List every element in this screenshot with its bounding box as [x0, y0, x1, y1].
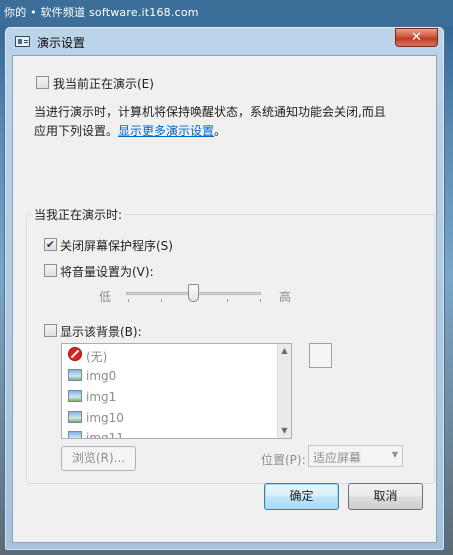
- slider-tick: [161, 299, 162, 302]
- background-listbox[interactable]: (无) img0 img1 img10 img11 ▲ ▼: [61, 343, 292, 439]
- presenting-label[interactable]: 我当前正在演示(E): [53, 75, 154, 92]
- screensaver-label[interactable]: 关闭屏幕保护程序(S): [60, 237, 173, 254]
- list-item[interactable]: img10: [68, 408, 268, 428]
- no-image-icon: [68, 347, 82, 361]
- slider-tick: [227, 299, 228, 302]
- dialog-client-area: 我当前正在演示(E) 当进行演示时，计算机将保持唤醒状态，系统通知功能会关闭,而…: [12, 55, 437, 543]
- browse-button[interactable]: 浏览(R)...: [61, 446, 136, 471]
- window-title: 演示设置: [37, 36, 86, 50]
- volume-label[interactable]: 将音量设置为(V):: [60, 263, 154, 280]
- list-item[interactable]: img0: [68, 366, 268, 386]
- list-item-label: img0: [86, 369, 117, 383]
- screensaver-checkbox[interactable]: ✔: [44, 238, 57, 251]
- image-icon: [68, 369, 82, 381]
- volume-checkbox[interactable]: [44, 264, 57, 277]
- list-item-label: img10: [86, 411, 124, 425]
- background-checkbox[interactable]: [44, 324, 57, 337]
- more-settings-link[interactable]: 显示更多演示设置: [118, 124, 214, 138]
- volume-high-label: 高: [279, 290, 292, 304]
- watermark: 你的 • 软件频道 software.it168.com: [0, 0, 453, 26]
- close-button[interactable]: ✕: [395, 28, 438, 47]
- group-title: 当我正在演示时:: [32, 206, 125, 223]
- presentation-app-icon: [15, 36, 30, 47]
- background-preview: [309, 343, 332, 368]
- list-item-label: (无): [86, 350, 108, 364]
- slider-tick: [128, 299, 129, 302]
- presenting-description: 当进行演示时，计算机将保持唤醒状态，系统通知功能会关闭,而且: [34, 105, 386, 119]
- ok-button[interactable]: 确定: [264, 483, 339, 510]
- list-item[interactable]: img1: [68, 387, 268, 407]
- list-item[interactable]: (无): [68, 345, 268, 365]
- cancel-button[interactable]: 取消: [348, 483, 423, 510]
- position-select[interactable]: 适应屏幕 ▼: [308, 445, 403, 467]
- description-end: 。: [214, 124, 227, 138]
- checkmark-icon: ✔: [45, 238, 56, 251]
- listbox-scrollbar[interactable]: ▲ ▼: [277, 344, 291, 438]
- presenting-description-line2: 应用下列设置。显示更多演示设置。: [34, 122, 226, 139]
- image-icon: [68, 411, 82, 423]
- position-label: 位置(P):: [261, 453, 306, 467]
- image-icon: [68, 431, 82, 438]
- slider-tick: [260, 299, 261, 302]
- chevron-down-icon: ▼: [391, 450, 398, 459]
- list-item[interactable]: img11: [68, 428, 268, 439]
- background-label[interactable]: 显示该背景(B):: [60, 323, 142, 340]
- list-item-label: img1: [86, 390, 117, 404]
- list-item-label: img11: [86, 431, 124, 439]
- scroll-down-icon[interactable]: ▼: [278, 424, 291, 438]
- volume-low-label: 低: [99, 290, 112, 304]
- volume-slider-thumb[interactable]: [188, 284, 199, 302]
- close-icon: ✕: [411, 30, 422, 45]
- description-prefix: 应用下列设置。: [34, 124, 119, 138]
- scroll-up-icon[interactable]: ▲: [278, 344, 291, 358]
- presentation-settings-dialog: 演示设置 ✕ 我当前正在演示(E) 当进行演示时，计算机将保持唤醒状态，系统通知…: [4, 26, 445, 551]
- presenting-checkbox[interactable]: [36, 76, 49, 89]
- position-value: 适应屏幕: [313, 451, 362, 465]
- title-bar[interactable]: 演示设置 ✕: [5, 27, 444, 55]
- image-icon: [68, 390, 82, 402]
